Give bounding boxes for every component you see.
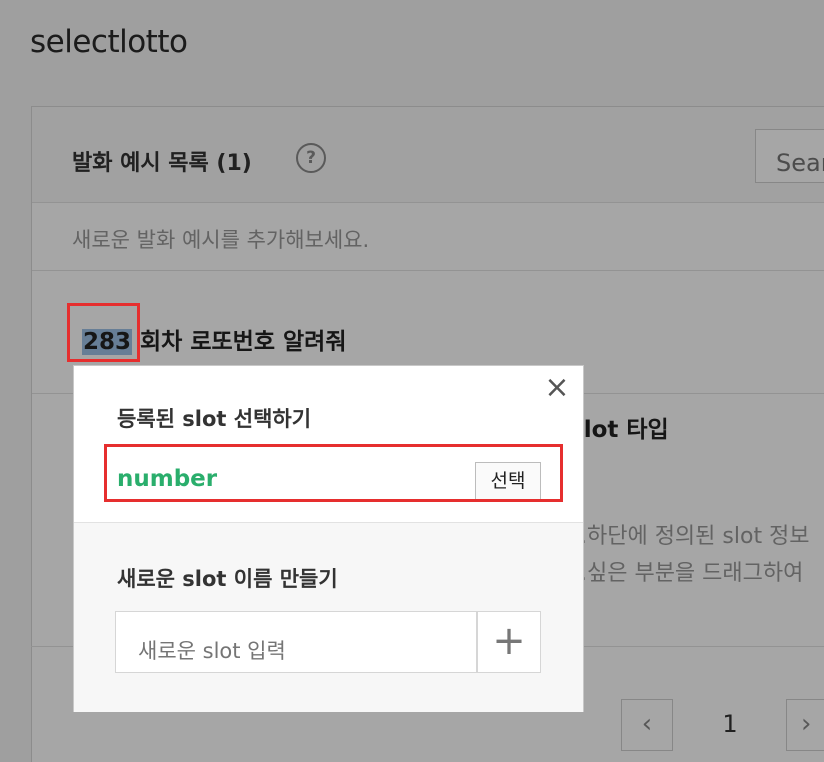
new-slot-section: 새로운 slot 이름 만들기 +	[74, 522, 583, 712]
new-slot-input[interactable]	[115, 611, 477, 673]
annotation-highlight-slot	[67, 303, 140, 362]
annotation-highlight-slot-option	[104, 444, 563, 502]
slot-select-popup: × 등록된 slot 선택하기 number 선택 새로운 slot 이름 만들…	[73, 365, 584, 712]
plus-icon[interactable]: +	[477, 611, 541, 673]
close-icon[interactable]: ×	[543, 373, 571, 403]
registered-slot-title: 등록된 slot 선택하기	[117, 407, 312, 431]
new-slot-title: 새로운 slot 이름 만들기	[117, 567, 338, 591]
